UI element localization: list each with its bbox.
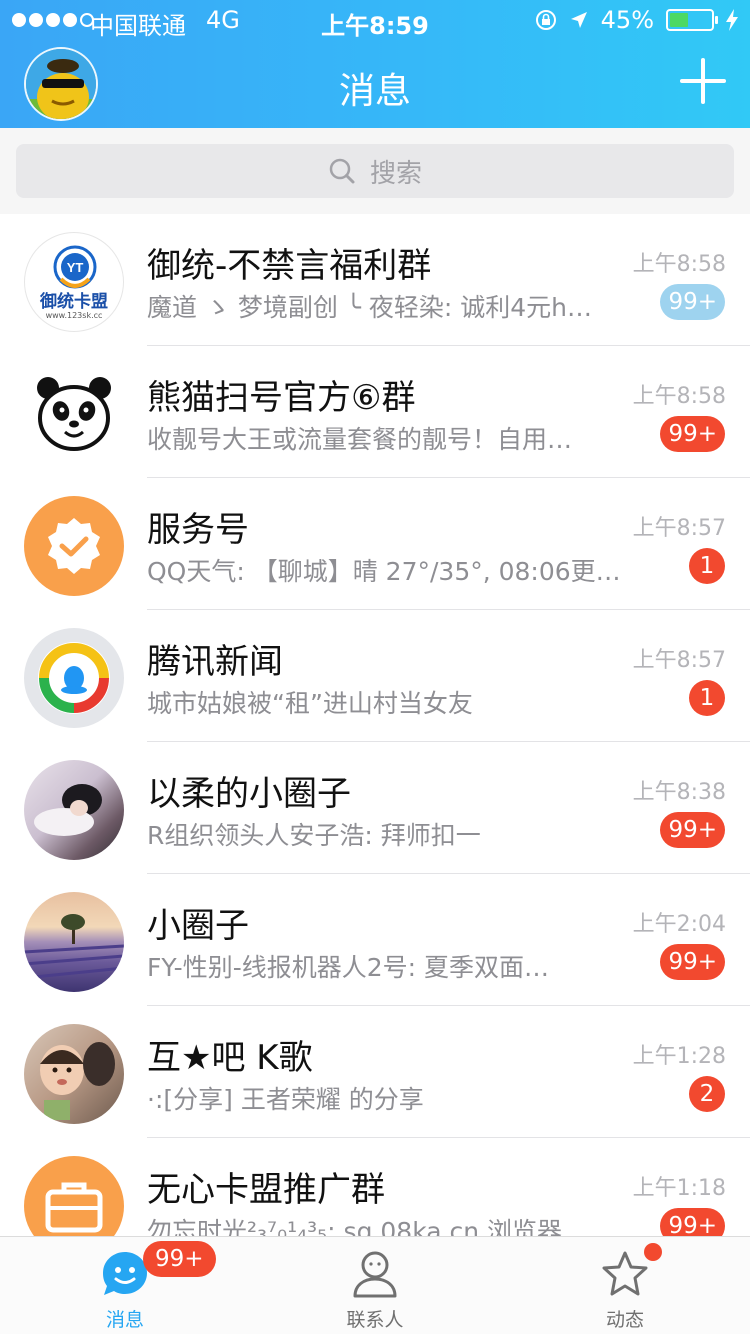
conversation-preview: R组织领头人安子浩: 拜师扣一 — [147, 821, 481, 850]
search-input[interactable]: 搜索 — [16, 144, 734, 198]
conversation-item[interactable]: 无心卡盟推广群 勿忘时光²₃⁷₀¹₄³₅: sg.08ka.cn 浏览器… 上午… — [0, 1138, 750, 1236]
svg-text:YT: YT — [67, 260, 84, 275]
conversation-preview: QQ天气: 【聊城】晴 27°/35°, 08:06更… — [147, 557, 621, 586]
service-account-avatar — [24, 496, 124, 596]
conversation-preview: FY-性别-线报机器人2号: 夏季双面… — [147, 953, 550, 982]
unread-badge: 1 — [689, 680, 725, 716]
unread-badge: 1 — [689, 548, 725, 584]
unread-badge: 99+ — [660, 1208, 725, 1236]
tab-moments[interactable]: 动态 — [500, 1237, 750, 1334]
star-icon — [602, 1251, 648, 1296]
conversation-item[interactable]: 腾讯新闻 城市姑娘被“租”进山村当女友 上午8:57 1 — [0, 610, 750, 742]
avatar-brand-text: 御统卡盟 — [40, 292, 108, 312]
unread-badge: 99+ — [660, 284, 725, 320]
conversation-name: 小圈子 — [147, 906, 249, 946]
conversation-preview: 魔道 ゝ 梦境副创 ╰ 夜轻染: 诚利4元h… — [147, 293, 592, 322]
person-icon — [353, 1251, 397, 1298]
photo-avatar — [24, 760, 124, 860]
child-photo-avatar — [24, 1024, 124, 1124]
unread-badge: 99+ — [660, 944, 725, 980]
conversation-item[interactable]: 小圈子 FY-性别-线报机器人2号: 夏季双面… 上午2:04 99+ — [0, 874, 750, 1006]
conversation-item[interactable]: 服务号 QQ天气: 【聊城】晴 27°/35°, 08:06更… 上午8:57 … — [0, 478, 750, 610]
tab-label: 动态 — [605, 1309, 644, 1331]
conversation-name: 熊猫扫号官方⑥群 — [147, 378, 416, 418]
tab-messages[interactable]: 99+ 消息 — [0, 1237, 250, 1334]
conversation-preview: 收靓号大王或流量套餐的靓号！自用… — [147, 425, 573, 454]
unread-badge: 99+ — [660, 416, 725, 452]
avatar-brand-url: www.123sk.cc — [45, 311, 103, 320]
conversation-item[interactable]: YT 御统卡盟 www.123sk.cc 御统-不禁言福利群 魔道 ゝ 梦境副创… — [0, 214, 750, 346]
tencent-news-avatar — [24, 628, 124, 728]
tab-label: 联系人 — [346, 1309, 404, 1331]
tab-contacts[interactable]: 联系人 — [250, 1237, 500, 1334]
conversation-preview: ·:[分享] 王者荣耀 的分享 — [147, 1085, 424, 1114]
new-activity-dot — [644, 1243, 662, 1261]
conversation-name: 互★吧 K歌 — [147, 1038, 313, 1078]
conversation-name: 腾讯新闻 — [147, 642, 283, 682]
lavender-field-avatar — [24, 892, 124, 992]
location-arrow-icon — [570, 12, 587, 28]
briefcase-avatar — [24, 1156, 124, 1236]
rotation-lock-icon — [535, 10, 556, 30]
conversation-name: 服务号 — [147, 510, 249, 550]
charging-bolt-icon — [726, 9, 738, 31]
tab-unread-badge: 99+ — [143, 1241, 216, 1277]
conversation-name: 无心卡盟推广群 — [147, 1170, 385, 1210]
conversation-time: 上午1:18 — [632, 1176, 726, 1201]
panda-avatar — [24, 364, 124, 464]
conversation-name: 以柔的小圈子 — [147, 774, 351, 814]
unread-badge: 99+ — [660, 812, 725, 848]
search-icon — [329, 158, 355, 184]
conversation-time: 上午8:58 — [632, 252, 726, 277]
conversation-preview: 城市姑娘被“租”进山村当女友 — [147, 689, 473, 718]
conversation-item[interactable]: 互★吧 K歌 ·:[分享] 王者荣耀 的分享 上午1:28 2 — [0, 1006, 750, 1138]
conversation-item[interactable]: 以柔的小圈子 R组织领头人安子浩: 拜师扣一 上午8:38 99+ — [0, 742, 750, 874]
qq-messages-screen: 中国联通 4G 上午8:59 45% 消息 搜索 YT 御统卡盟 www.123… — [0, 0, 750, 1334]
header: 中国联通 4G 上午8:59 45% 消息 — [0, 0, 750, 128]
status-right: 45% — [535, 6, 738, 34]
unread-badge: 2 — [689, 1076, 725, 1112]
conversation-item[interactable]: 熊猫扫号官方⑥群 收靓号大王或流量套餐的靓号！自用… 上午8:58 99+ — [0, 346, 750, 478]
battery-percent: 45% — [600, 6, 654, 34]
conversation-list: YT 御统卡盟 www.123sk.cc 御统-不禁言福利群 魔道 ゝ 梦境副创… — [0, 214, 750, 1236]
page-title: 消息 — [338, 71, 411, 112]
conversation-time: 上午1:28 — [632, 1044, 726, 1069]
conversation-name: 御统-不禁言福利群 — [147, 246, 432, 286]
conversation-time: 上午8:57 — [632, 516, 726, 541]
group-avatar: YT 御统卡盟 www.123sk.cc — [24, 232, 124, 332]
conversation-time: 上午8:38 — [632, 780, 726, 805]
search-placeholder: 搜索 — [369, 158, 422, 189]
search-area: 搜索 — [0, 128, 750, 214]
battery-icon — [666, 9, 718, 31]
add-button[interactable] — [680, 58, 726, 104]
conversation-time: 上午2:04 — [632, 912, 726, 937]
tab-bar: 99+ 消息 联系人 动态 — [0, 1236, 750, 1334]
status-bar: 中国联通 4G 上午8:59 45% — [0, 0, 750, 42]
conversation-time: 上午8:58 — [632, 384, 726, 409]
conversation-preview: 勿忘时光²₃⁷₀¹₄³₅: sg.08ka.cn 浏览器… — [147, 1217, 588, 1236]
tab-label: 消息 — [105, 1309, 144, 1331]
conversation-time: 上午8:57 — [632, 648, 726, 673]
